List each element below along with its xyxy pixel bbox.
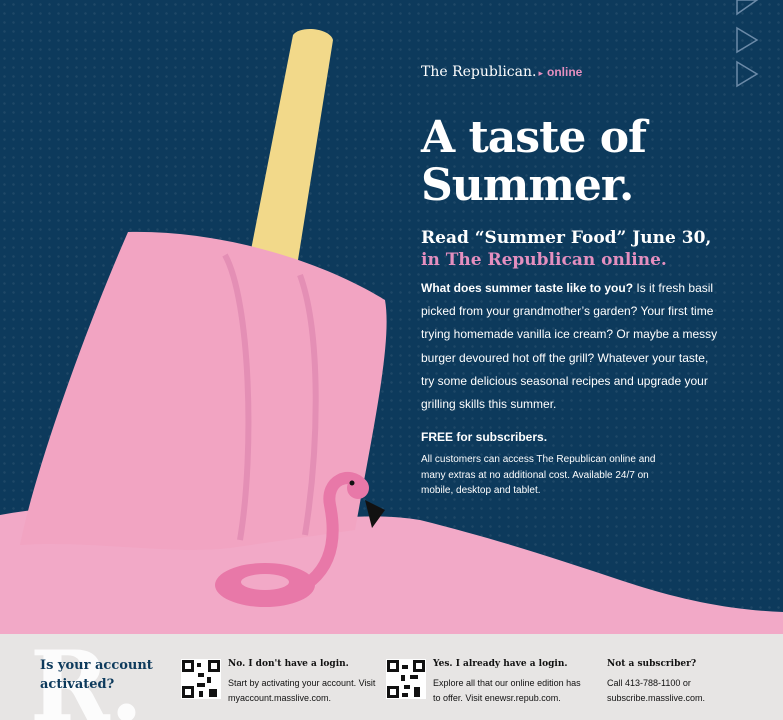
subscribe-column: Not a subscriber? Call 413-788-1100 or s… <box>607 657 757 706</box>
masthead-brand: The Republican. <box>421 64 537 80</box>
body-text: Is it fresh basil picked from your grand… <box>421 281 718 412</box>
account-question: Is your account activated? <box>40 658 153 692</box>
headline: A taste of Summer. <box>421 114 751 210</box>
triangle-outline-icon <box>736 60 759 88</box>
no-login-text[interactable]: Start by activating your account. Visit … <box>228 676 378 706</box>
masthead-suffix: online <box>547 65 583 79</box>
no-login-column: No. I don't have a login. Start by activ… <box>228 657 378 706</box>
qr-code-icon[interactable] <box>386 659 426 699</box>
footer-bar: R. Is your account activated? No. I don'… <box>0 634 783 720</box>
flamingo-head <box>347 477 369 499</box>
masthead-logo: The Republican. ▸ online <box>421 64 582 80</box>
has-login-column: Yes. I already have a login. Explore all… <box>433 657 583 706</box>
free-for-subscribers: FREE for subscribers. <box>421 430 548 444</box>
no-login-heading: No. I don't have a login. <box>228 659 349 669</box>
triangle-outline-icon <box>736 0 759 16</box>
subscribe-text[interactable]: Call 413-788-1100 or subscribe.masslive.… <box>607 676 757 706</box>
body-lead: What does summer taste like to you? <box>421 281 634 295</box>
headline-line-2: Summer. <box>421 160 634 211</box>
hero-panel: The Republican. ▸ online A taste of Summer… <box>0 0 783 634</box>
subscribe-heading: Not a subscriber? <box>607 659 697 669</box>
has-login-heading: Yes. I already have a login. <box>433 659 568 669</box>
subhead-line-2: in The Republican online. <box>421 250 667 270</box>
headline-line-1: A taste of <box>421 112 647 163</box>
float-hole <box>241 574 289 590</box>
popsicle-stick <box>250 28 333 260</box>
masthead-arrow-icon: ▸ <box>538 69 543 79</box>
access-note: All customers can access The Republican … <box>421 454 656 496</box>
subhead-line-1: Read “Summer Food” June 30, <box>421 228 712 248</box>
qr-code-icon[interactable] <box>181 659 221 699</box>
body-copy: What does summer taste like to you? Is i… <box>421 277 721 416</box>
flamingo-eye <box>349 480 355 486</box>
triangle-outline-icon <box>736 26 759 54</box>
has-login-text[interactable]: Explore all that our online edition has … <box>433 676 583 706</box>
